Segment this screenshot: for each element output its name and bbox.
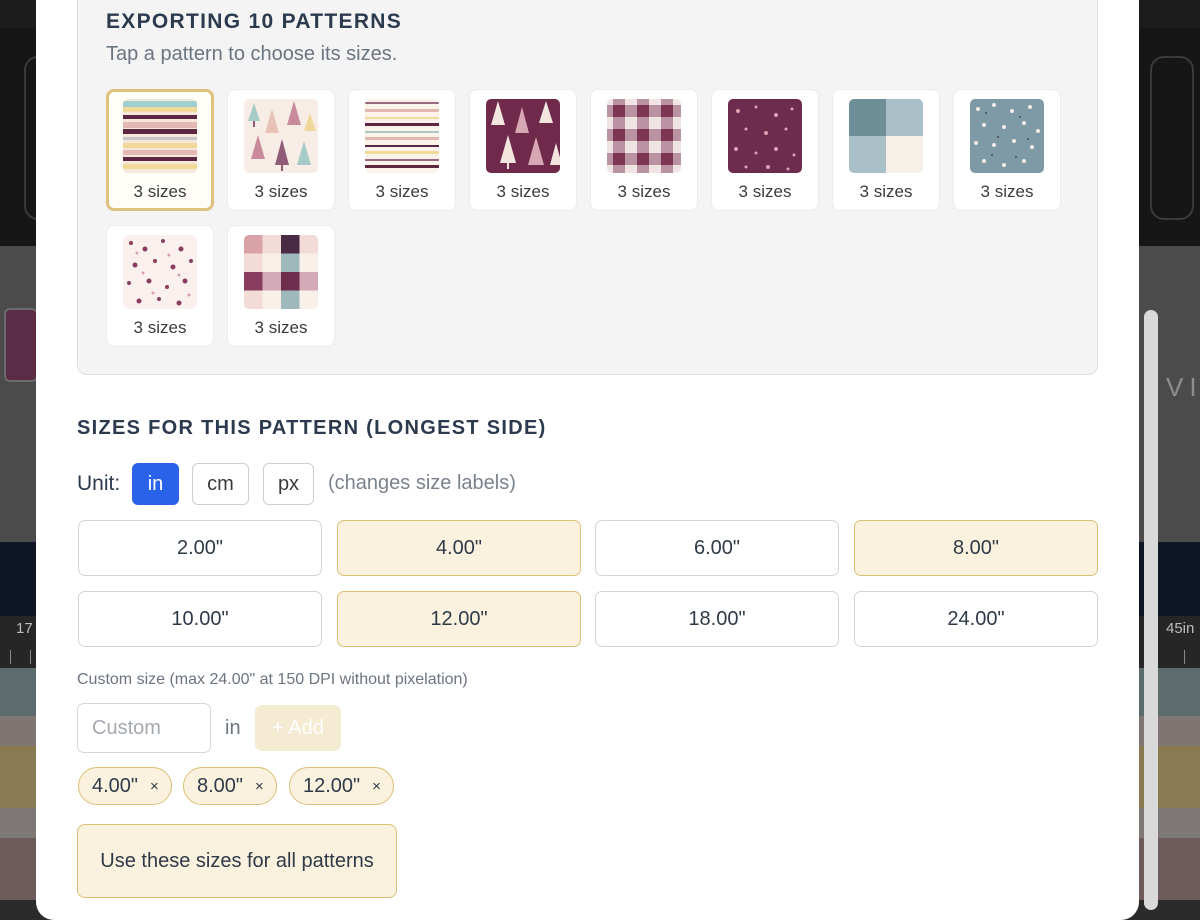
ruler-label-left: 17 [16,620,33,637]
color-block-swatch-icon [849,99,923,173]
pattern-size-count: 3 sizes [133,182,187,201]
white-floral-swatch-icon [123,235,197,309]
chip-label: 8.00" [197,774,244,797]
unit-px-button[interactable]: px [263,463,314,505]
size-option-button[interactable]: 10.00" [78,591,322,647]
unit-hint: (changes size labels) [328,472,516,494]
pattern-size-count: 3 sizes [133,318,187,337]
gingham-swatch-icon [607,99,681,173]
pattern-tile[interactable]: 3 sizes [106,89,214,211]
add-size-button[interactable]: + Add [255,705,341,751]
pattern-tile[interactable]: 3 sizes [348,89,456,211]
ruler-label-right: 45in [1166,620,1195,637]
pattern-tile[interactable]: 3 sizes [227,225,335,347]
background-card [1150,56,1194,220]
unit-in-button[interactable]: in [132,463,179,505]
pattern-tile[interactable]: 3 sizes [711,89,819,211]
pattern-size-count: 3 sizes [980,182,1034,201]
pattern-tile[interactable]: 3 sizes [106,225,214,347]
remove-icon[interactable]: × [255,778,264,795]
custom-size-input[interactable] [77,703,211,753]
patchwork-swatch-icon [244,235,318,309]
selected-size-chip[interactable]: 4.00" × [78,767,172,805]
remove-icon[interactable]: × [150,778,159,795]
pattern-size-count: 3 sizes [254,318,308,337]
selected-size-chip[interactable]: 8.00" × [183,767,277,805]
pattern-size-count: 3 sizes [254,182,308,201]
chip-label: 12.00" [303,774,361,797]
sizes-section-title: SIZES FOR THIS PATTERN (LONGEST SIDE) [77,417,547,439]
size-option-button[interactable]: 18.00" [595,591,839,647]
remove-icon[interactable]: × [372,778,381,795]
pattern-size-count: 3 sizes [738,182,792,201]
scrollbar[interactable] [1144,310,1158,910]
pattern-size-count: 3 sizes [496,182,550,201]
pattern-size-count: 3 sizes [375,182,429,201]
pattern-tile[interactable]: 3 sizes [832,89,940,211]
pattern-tile[interactable]: 3 sizes [953,89,1061,211]
custom-size-note: Custom size (max 24.00" at 150 DPI witho… [77,671,468,688]
background-text: VI [1166,372,1200,402]
size-option-button[interactable]: 12.00" [337,591,581,647]
trees-swatch-icon [244,99,318,173]
export-subtitle: Tap a pattern to choose its sizes. [106,43,398,65]
pattern-tile[interactable]: 3 sizes [227,89,335,211]
plum-floral-swatch-icon [728,99,802,173]
blue-floral-swatch-icon [970,99,1044,173]
ruler-tick [10,650,11,664]
stripes-swatch-icon [123,99,197,173]
apply-to-all-button[interactable]: Use these sizes for all patterns [77,824,397,898]
pattern-size-count: 3 sizes [859,182,913,201]
chip-label: 4.00" [92,774,139,797]
background-thumbnail [4,308,38,382]
size-option-button[interactable]: 4.00" [337,520,581,576]
pattern-size-count: 3 sizes [617,182,671,201]
thin-stripes-swatch-icon [365,99,439,173]
plum-trees-swatch-icon [486,99,560,173]
size-option-button[interactable]: 8.00" [854,520,1098,576]
ruler-tick [1184,650,1185,664]
pattern-tile[interactable]: 3 sizes [469,89,577,211]
size-option-button[interactable]: 6.00" [595,520,839,576]
size-option-button[interactable]: 2.00" [78,520,322,576]
selected-size-chip[interactable]: 12.00" × [289,767,394,805]
custom-size-unit: in [225,717,241,739]
export-title: EXPORTING 10 PATTERNS [106,10,403,33]
size-option-button[interactable]: 24.00" [854,591,1098,647]
ruler-tick [30,650,31,664]
pattern-tile[interactable]: 3 sizes [590,89,698,211]
unit-cm-button[interactable]: cm [192,463,249,505]
unit-label: Unit: [77,472,121,495]
